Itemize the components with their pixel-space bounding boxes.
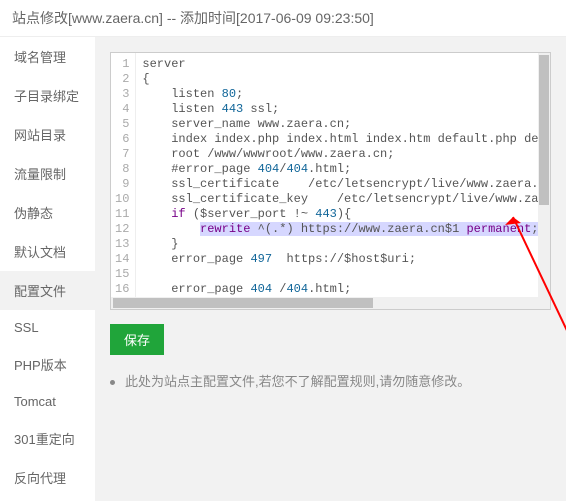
code-area[interactable]: server{ listen 80; listen 443 ssl; serve… [136,53,550,309]
sidebar-item-3[interactable]: 流量限制 [0,154,95,193]
sidebar: 域名管理子目录绑定网站目录流量限制伪静态默认文档配置文件SSLPHP版本Tomc… [0,37,95,501]
scroll-corner [538,297,550,309]
config-note: 此处为站点主配置文件,若您不了解配置规则,请勿随意修改。 [110,371,551,390]
sidebar-item-0[interactable]: 域名管理 [0,37,95,76]
save-button[interactable]: 保存 [110,324,164,355]
sidebar-item-11[interactable]: 反向代理 [0,458,95,497]
sidebar-item-4[interactable]: 伪静态 [0,193,95,232]
sidebar-item-7[interactable]: SSL [0,310,95,345]
config-editor[interactable]: 1234567891011121314151617 server{ listen… [110,52,551,310]
bullet-icon [110,380,115,385]
sidebar-item-5[interactable]: 默认文档 [0,232,95,271]
scrollbar-horizontal[interactable] [111,297,538,309]
line-gutter: 1234567891011121314151617 [111,53,136,309]
sidebar-item-10[interactable]: 301重定向 [0,419,95,458]
sidebar-item-2[interactable]: 网站目录 [0,115,95,154]
main-panel: 1234567891011121314151617 server{ listen… [95,37,566,501]
note-text: 此处为站点主配置文件,若您不了解配置规则,请勿随意修改。 [125,374,470,389]
sidebar-item-9[interactable]: Tomcat [0,384,95,419]
scrollbar-vertical[interactable] [538,53,550,297]
scrollbar-thumb-h[interactable] [113,298,373,308]
sidebar-item-6[interactable]: 配置文件 [0,271,95,310]
scrollbar-thumb-v[interactable] [539,55,549,205]
sidebar-item-1[interactable]: 子目录绑定 [0,76,95,115]
page-title: 站点修改[www.zaera.cn] -- 添加时间[2017-06-09 09… [0,0,566,37]
sidebar-item-8[interactable]: PHP版本 [0,345,95,384]
